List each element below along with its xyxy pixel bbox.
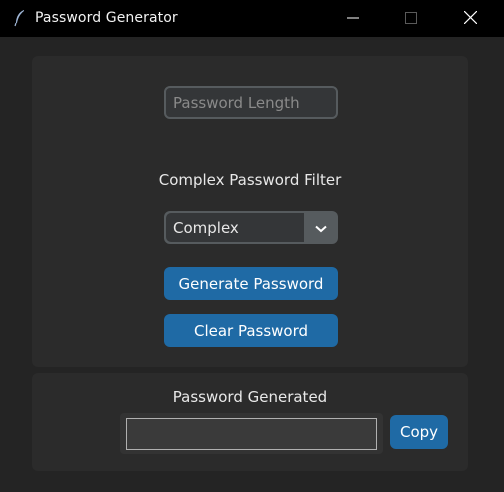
clear-password-button[interactable]: Clear Password <box>164 314 338 347</box>
dropdown-arrow-button[interactable] <box>304 211 338 244</box>
close-icon <box>463 9 477 28</box>
title-bar: Password Generator <box>0 0 504 37</box>
generate-password-button[interactable]: Generate Password <box>164 267 338 300</box>
minimize-icon <box>347 9 359 28</box>
password-length-input[interactable] <box>166 88 336 117</box>
window-title: Password Generator <box>35 10 178 26</box>
feather-icon <box>13 9 27 27</box>
chevron-down-icon <box>315 218 327 237</box>
complexity-dropdown-field[interactable]: Complex <box>166 213 304 242</box>
generated-password-field[interactable] <box>126 418 377 450</box>
close-button[interactable] <box>447 0 493 37</box>
complexity-dropdown[interactable]: Complex <box>164 211 338 244</box>
minimize-button[interactable] <box>330 0 376 37</box>
complexity-selected-value: Complex <box>173 219 239 237</box>
password-length-field[interactable] <box>164 86 338 119</box>
filter-label: Complex Password Filter <box>158 171 342 189</box>
password-generated-label: Password Generated <box>172 388 328 406</box>
copy-button[interactable]: Copy <box>390 415 448 449</box>
generated-password-input[interactable] <box>127 419 376 449</box>
maximize-button[interactable] <box>388 0 434 37</box>
maximize-icon <box>405 9 417 28</box>
